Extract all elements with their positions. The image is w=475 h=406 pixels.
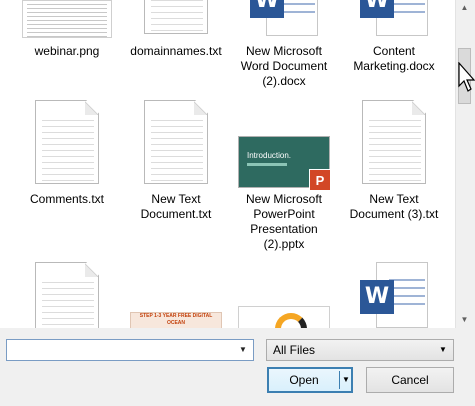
file-name: New Microsoft PowerPoint Presentation (2… (245, 192, 322, 251)
file-name-combobox[interactable]: ▼ (6, 339, 254, 361)
text-file-icon (144, 100, 208, 184)
file-name: New Text Document (3).txt (349, 192, 439, 221)
file-name: Comments.txt (29, 192, 104, 206)
file-name: Content Marketing.docx (353, 44, 435, 73)
text-file-icon (144, 0, 208, 34)
file-item-row3-image-2[interactable] (232, 262, 336, 328)
split-divider (339, 371, 340, 389)
powerpoint-icon: P (309, 169, 331, 191)
open-options-arrow-icon[interactable]: ▼ (341, 369, 351, 391)
file-item-powerpoint-2[interactable]: Introduction. P New Microsoft PowerPoint… (232, 100, 336, 255)
word-document-icon: W (250, 0, 318, 40)
file-item-content-marketing[interactable]: W Content Marketing.docx (342, 0, 446, 76)
file-item-webinar-png[interactable]: webinar.png (15, 0, 119, 62)
text-file-icon (35, 100, 99, 184)
scroll-up-arrow-icon[interactable]: ▲ (457, 0, 472, 15)
file-item-comments-txt[interactable]: Comments.txt (15, 100, 119, 210)
vertical-scrollbar[interactable]: ▲ ▼ (455, 0, 472, 328)
file-item-new-text-document[interactable]: New Text Document.txt (124, 100, 228, 225)
file-item-domainnames-txt[interactable]: domainnames.txt (124, 0, 228, 62)
file-item-row3-image[interactable]: STEP 1-3 YEAR FREE DIGITAL OCEAN (124, 262, 228, 328)
open-button-label: Open (289, 373, 319, 387)
image-thumbnail (238, 306, 330, 328)
file-name: New Microsoft Word Document (2).docx (240, 44, 328, 88)
image-thumbnail: STEP 1-3 YEAR FREE DIGITAL OCEAN (130, 312, 222, 328)
word-document-icon: W (360, 0, 428, 40)
open-button[interactable]: Open ▼ (267, 367, 353, 393)
file-name-input[interactable] (7, 340, 227, 360)
file-name: New Text Document.txt (140, 192, 212, 221)
file-item-row3-text[interactable] (15, 262, 119, 328)
file-type-select[interactable]: All Files ▼ (266, 339, 454, 361)
file-list-view[interactable]: webinar.png domainnames.txt W New Micros… (0, 0, 455, 328)
file-item-word-doc-2[interactable]: W New Microsoft Word Document (2).docx (232, 0, 336, 90)
text-file-icon (362, 100, 426, 184)
file-item-row3-word[interactable]: W (342, 262, 446, 328)
file-name: domainnames.txt (130, 44, 222, 58)
scroll-down-arrow-icon[interactable]: ▼ (457, 312, 472, 327)
file-name: webinar.png (34, 44, 100, 58)
file-type-value: All Files (273, 343, 316, 357)
file-item-new-text-document-3[interactable]: New Text Document (3).txt (342, 100, 446, 225)
cancel-button[interactable]: Cancel (366, 367, 454, 393)
file-dialog-footer: ▼ All Files ▼ Open ▼ Cancel (0, 328, 475, 406)
dropdown-arrow-icon[interactable]: ▼ (436, 340, 450, 360)
mouse-cursor-icon (458, 62, 475, 92)
powerpoint-thumbnail: Introduction. P (238, 136, 331, 191)
word-document-icon: W (360, 262, 428, 328)
text-file-icon (35, 262, 99, 328)
image-thumbnail (22, 0, 112, 38)
dropdown-arrow-icon[interactable]: ▼ (236, 340, 250, 360)
